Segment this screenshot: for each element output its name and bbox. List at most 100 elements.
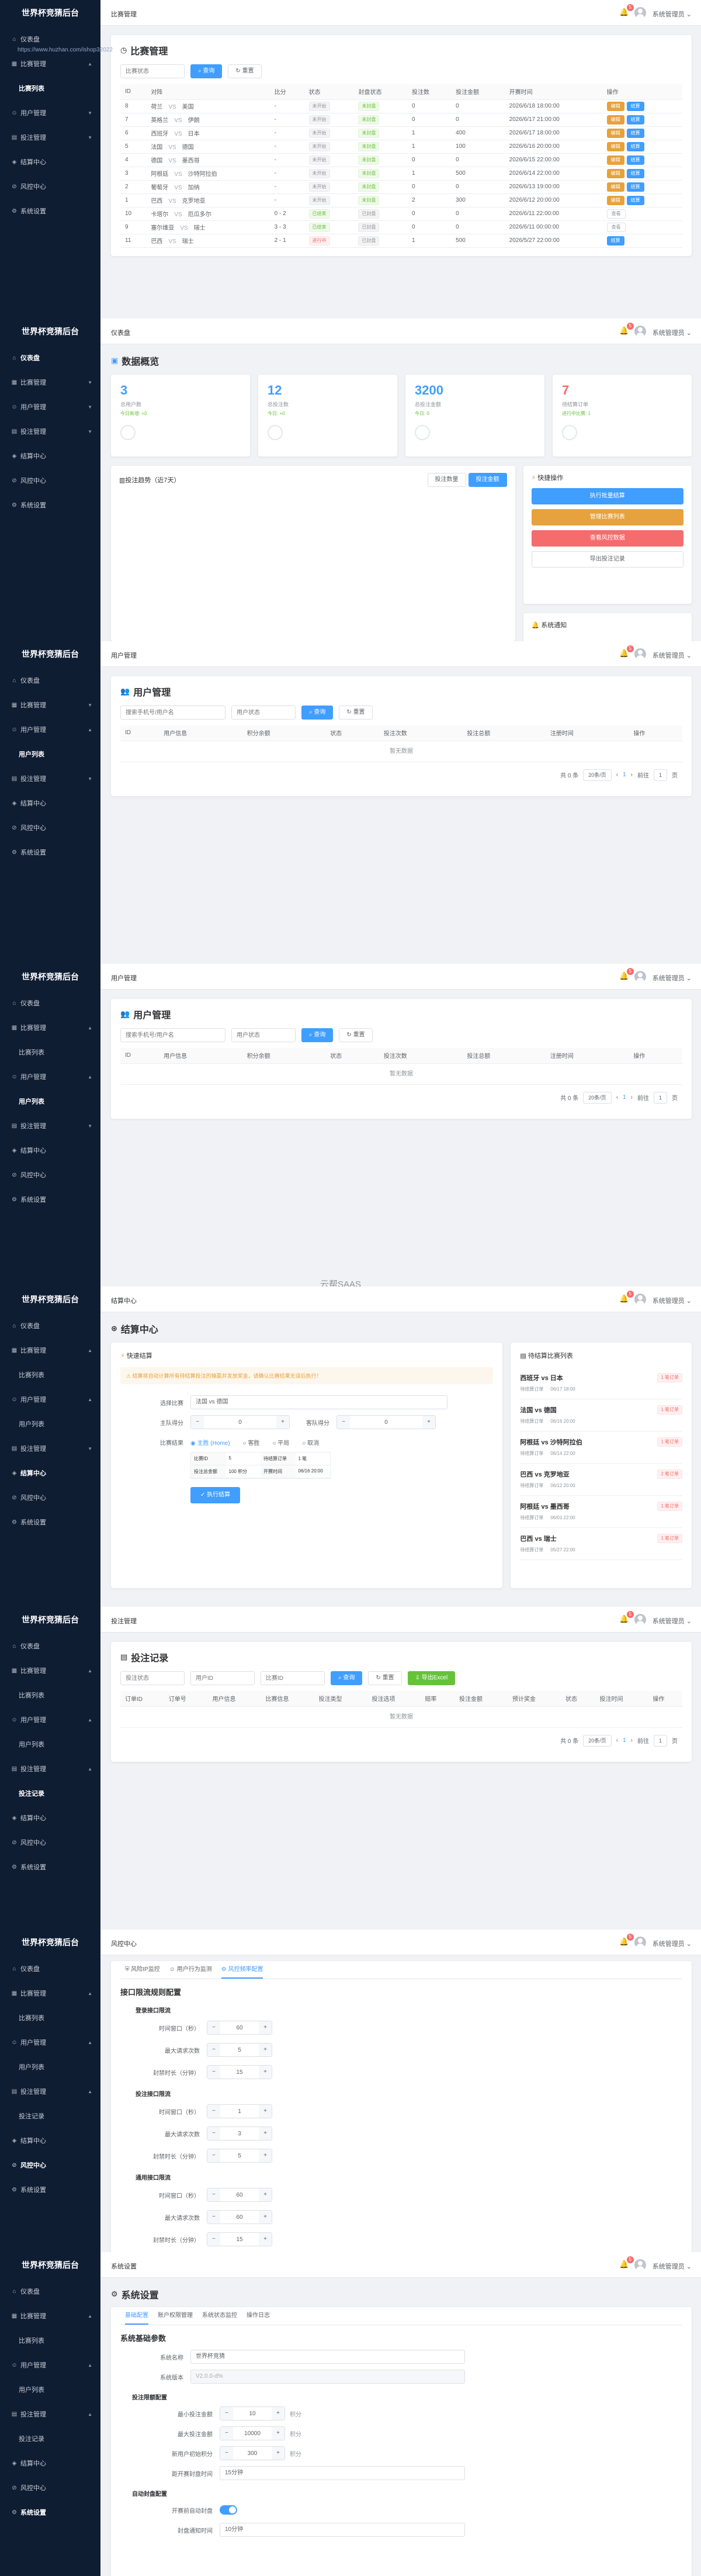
user-menu[interactable]: 系统管理员 ⌄ — [653, 1616, 692, 1626]
edit-button[interactable]: 编辑 — [606, 168, 624, 178]
user-menu[interactable]: 系统管理员 ⌄ — [653, 1296, 692, 1305]
status-filter[interactable] — [120, 64, 185, 78]
reset-button[interactable]: ↻ 重置 — [228, 64, 262, 78]
edit-button[interactable]: 编辑 — [606, 155, 624, 165]
nav-users[interactable]: ☺ 用户管理 ▲ — [0, 1064, 100, 1089]
nav-user-list[interactable]: 用户列表 — [0, 1089, 100, 1114]
nav-settings[interactable]: ⚙ 系统设置 — [0, 1187, 100, 1212]
nav-match-list[interactable]: 比赛列表 — [0, 2006, 100, 2030]
nav-settlement[interactable]: ◈ 结算中心 — [0, 1138, 100, 1163]
tab-risk-2[interactable]: ⚙ 风控频率配置 — [221, 1961, 263, 1979]
bell-icon[interactable]: 🔔 5 — [619, 1291, 634, 1303]
nav-settings[interactable]: ⚙ 系统设置 — [0, 840, 100, 865]
avatar[interactable] — [634, 7, 646, 19]
nav-users[interactable]: ☺ 用户管理 ▲ — [0, 1387, 100, 1412]
goto-input[interactable]: 1 — [653, 1734, 667, 1747]
nav-bet-records[interactable]: 投注记录 — [0, 1781, 100, 1806]
prev-page-icon[interactable]: ‹ — [616, 1094, 618, 1101]
avatar[interactable] — [634, 1614, 646, 1626]
pending-item[interactable]: 巴西 vs 瑞士 1 笔订单 待结算订单 05/27 22:00 — [520, 1528, 682, 1560]
rule-stepper[interactable]: −60 + — [207, 2188, 272, 2202]
export-button[interactable]: ⇩ 导出Excel — [407, 1671, 456, 1685]
nav-settings[interactable]: ⚙ 系统设置 — [0, 1855, 100, 1879]
settle-button[interactable]: 结算 — [626, 128, 644, 138]
edit-button[interactable]: 编辑 — [606, 195, 624, 205]
view-button[interactable]: 查看 — [606, 209, 626, 219]
nav-dashboard[interactable]: ⌂ 仪表盘 — [0, 345, 100, 370]
tab-risk-1[interactable]: ☺ 用户行为监测 — [169, 1961, 212, 1979]
user-menu[interactable]: 系统管理员 ⌄ — [653, 328, 692, 337]
avatar[interactable] — [634, 326, 646, 337]
nav-match-list[interactable]: 比赛列表 — [0, 1040, 100, 1064]
nav-users[interactable]: ☺ 用户管理 ▲ — [0, 2030, 100, 2055]
nav-settlement[interactable]: ◈ 结算中心 — [0, 1461, 100, 1485]
nav-settings[interactable]: ⚙ 系统设置 — [0, 2500, 100, 2525]
nav-settlement[interactable]: ◈ 结算中心 — [0, 791, 100, 815]
tab-settings-1[interactable]: 账户权限管理 — [158, 2307, 193, 2325]
nav-bets[interactable]: ▤ 投注管理 ▲ — [0, 1756, 100, 1781]
result-radio[interactable]: ◉ 主胜 (Home) — [190, 1438, 230, 1447]
bell-icon[interactable]: 🔔 5 — [619, 968, 634, 981]
nav-matches[interactable]: ▦ 比赛管理 ▲ — [0, 1981, 100, 2006]
limit-stepper[interactable]: −10 + — [220, 2406, 285, 2421]
result-radio[interactable]: ○ 取消 — [302, 1438, 319, 1447]
reset-button[interactable]: ↻ 重置 — [339, 1028, 373, 1042]
nav-risk[interactable]: ⊘ 风控中心 — [0, 1830, 100, 1855]
rule-stepper[interactable]: −3 + — [207, 2127, 272, 2141]
pending-item[interactable]: 阿根廷 vs 墨西哥 1 笔订单 待结算订单 06/01 22:00 — [520, 1496, 682, 1528]
rule-stepper[interactable]: −5 + — [207, 2043, 272, 2057]
bell-icon[interactable]: 🔔 5 — [619, 1611, 634, 1624]
nav-settlement[interactable]: ◈ 结算中心 — [0, 2451, 100, 2475]
user-menu[interactable]: 系统管理员 ⌄ — [653, 651, 692, 660]
avatar[interactable] — [634, 648, 646, 660]
tab-settings-2[interactable]: 系统状态监控 — [202, 2307, 237, 2325]
user-status-select[interactable] — [231, 706, 296, 720]
search-button[interactable]: ⌕ 查询 — [190, 64, 223, 78]
tab-bet-amount[interactable]: 投注金额 — [468, 473, 507, 487]
tab-risk-0[interactable]: ⛨ 风险IP监控 — [125, 1961, 160, 1979]
next-page-icon[interactable]: › — [631, 772, 633, 778]
quick-button[interactable]: 导出投注记录 — [531, 551, 683, 568]
nav-settlement[interactable]: ◈ 结算中心 — [0, 1806, 100, 1830]
goto-input[interactable]: 1 — [653, 769, 667, 781]
sys-name-input[interactable]: 世界杯竞猜 — [190, 2350, 465, 2364]
limit-stepper[interactable]: −10000 + — [220, 2426, 285, 2440]
result-radio[interactable]: ○ 平局 — [272, 1438, 289, 1447]
auto-close-toggle[interactable] — [220, 2505, 237, 2515]
nav-user-list[interactable]: 用户列表 — [0, 742, 100, 766]
avatar[interactable] — [634, 971, 646, 983]
nav-risk[interactable]: ⊘ 风控中心 — [0, 1485, 100, 1510]
nav-matches[interactable]: ▦ 比赛管理 ▲ — [0, 2304, 100, 2328]
avatar[interactable] — [634, 2259, 646, 2271]
page-number[interactable]: 1 — [623, 772, 626, 778]
edit-button[interactable]: 编辑 — [606, 141, 624, 151]
bell-icon[interactable]: 🔔 5 — [619, 1934, 634, 1946]
settle-button[interactable]: 结算 — [626, 101, 644, 111]
pending-item[interactable]: 阿根廷 vs 沙特阿拉伯 1 笔订单 待结算订单 06/14 22:00 — [520, 1432, 682, 1464]
bell-icon[interactable]: 🔔 5 — [619, 323, 634, 336]
match-select[interactable]: 法国 vs 德国 — [190, 1395, 447, 1409]
quick-button[interactable]: 执行批量结算 — [531, 488, 683, 504]
reset-button[interactable]: ↻ 重置 — [368, 1671, 402, 1685]
page-size-select[interactable]: 20条/页 — [583, 1734, 612, 1747]
edit-button[interactable]: 编辑 — [606, 128, 624, 138]
nav-user-list[interactable]: 用户列表 — [0, 1412, 100, 1436]
limit-stepper[interactable]: −300 + — [220, 2446, 285, 2460]
goto-input[interactable]: 1 — [653, 1091, 667, 1104]
nav-user-list[interactable]: 用户列表 — [0, 1732, 100, 1756]
nav-users[interactable]: ☺ 用户管理 ▲ — [0, 717, 100, 742]
nav-dashboard[interactable]: ⌂ 仪表盘 — [0, 668, 100, 693]
user-menu[interactable]: 系统管理员 ⌄ — [653, 973, 692, 983]
nav-risk[interactable]: ⊘ 风控中心 — [0, 2153, 100, 2177]
nav-match-list[interactable]: 比赛列表 — [0, 1363, 100, 1387]
nav-dashboard[interactable]: ⌂ 仪表盘 — [0, 1313, 100, 1338]
away-score-stepper[interactable]: −0 + — [336, 1415, 436, 1429]
nav-dashboard[interactable]: ⌂ 仪表盘 — [0, 1956, 100, 1981]
nav-dashboard[interactable]: ⌂ 仪表盘 — [0, 991, 100, 1015]
nav-risk[interactable]: ⊘ 风控中心 — [0, 468, 100, 493]
avatar[interactable] — [634, 1294, 646, 1305]
next-page-icon[interactable]: › — [631, 1737, 633, 1744]
user-search-input[interactable] — [120, 1028, 225, 1042]
nav-matches[interactable]: ▦ 比赛管理 ▼ — [0, 370, 100, 395]
nav-users[interactable]: ☺ 用户管理 ▼ — [0, 101, 100, 125]
